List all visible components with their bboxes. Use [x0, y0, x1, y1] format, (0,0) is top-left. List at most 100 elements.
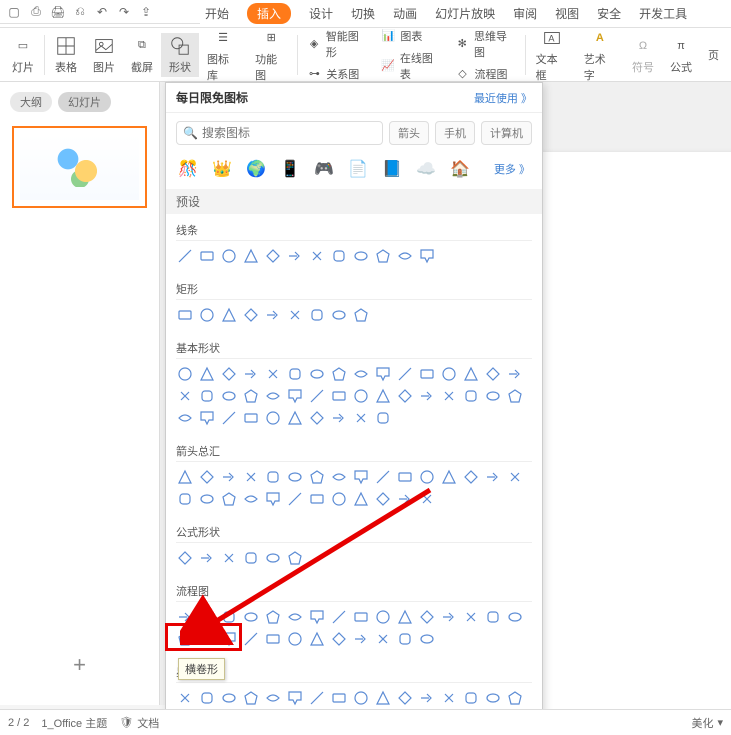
shape-item[interactable] [440, 468, 458, 486]
beautify-button[interactable]: 美化 ▾ [691, 715, 723, 731]
ribbon-image[interactable]: 图片 [85, 33, 123, 77]
shape-item[interactable] [264, 468, 282, 486]
shape-item[interactable] [396, 689, 414, 707]
shape-item[interactable] [220, 306, 238, 324]
ribbon-shapes[interactable]: 形状 [161, 33, 199, 77]
featured-icon[interactable]: 🎊 [178, 159, 198, 179]
shape-item[interactable] [176, 306, 194, 324]
shape-item[interactable] [462, 468, 480, 486]
shape-item[interactable] [264, 247, 282, 265]
shape-item[interactable] [418, 630, 436, 648]
tab-transition[interactable]: 切换 [351, 5, 375, 22]
shape-item[interactable] [418, 247, 436, 265]
shape-item[interactable] [396, 365, 414, 383]
tab-design[interactable]: 设计 [309, 5, 333, 22]
shape-item[interactable] [308, 490, 326, 508]
shape-item[interactable] [352, 490, 370, 508]
shape-item[interactable] [374, 387, 392, 405]
shape-item[interactable] [330, 306, 348, 324]
shape-item[interactable] [176, 608, 194, 626]
shape-item[interactable] [330, 409, 348, 427]
shape-item[interactable] [242, 247, 260, 265]
more-link[interactable]: 更多 》 [494, 161, 530, 177]
tab-slideshow[interactable]: 幻灯片放映 [435, 5, 495, 22]
shape-item[interactable] [396, 387, 414, 405]
shape-item[interactable] [198, 387, 216, 405]
featured-icon[interactable]: ☁️ [416, 159, 436, 179]
new-file-icon[interactable]: ▢ [6, 4, 22, 20]
shape-item[interactable] [242, 306, 260, 324]
shape-item[interactable] [264, 549, 282, 567]
featured-icon[interactable]: 📄 [348, 159, 368, 179]
shape-item[interactable] [220, 387, 238, 405]
search-input[interactable] [202, 126, 376, 140]
ribbon-screenshot[interactable]: ⧉ 截屏 [123, 33, 161, 77]
shape-item[interactable] [506, 387, 524, 405]
shape-item[interactable] [440, 689, 458, 707]
shape-item[interactable] [462, 608, 480, 626]
shape-item[interactable] [330, 630, 348, 648]
tab-devtools[interactable]: 开发工具 [639, 5, 687, 22]
ribbon-chart[interactable]: 📊图表 [374, 26, 448, 46]
shape-item[interactable] [352, 689, 370, 707]
shape-item[interactable] [286, 247, 304, 265]
shape-item[interactable] [352, 409, 370, 427]
shape-item[interactable] [286, 689, 304, 707]
doc-status[interactable]: 🛡 文档 [119, 715, 159, 731]
shape-item[interactable] [418, 490, 436, 508]
shape-item[interactable] [374, 365, 392, 383]
shape-item[interactable] [308, 306, 326, 324]
shape-item[interactable] [506, 365, 524, 383]
shape-item[interactable] [242, 549, 260, 567]
outline-tab[interactable]: 大纲 [10, 92, 52, 112]
shape-item[interactable] [264, 306, 282, 324]
slides-tab[interactable]: 幻灯片 [58, 92, 111, 112]
shape-item[interactable] [330, 247, 348, 265]
shape-item[interactable] [286, 608, 304, 626]
shape-item[interactable] [484, 689, 502, 707]
shape-item[interactable] [330, 490, 348, 508]
tag-computer[interactable]: 计算机 [481, 121, 532, 145]
shape-item[interactable] [308, 247, 326, 265]
shape-item[interactable] [418, 689, 436, 707]
shape-item[interactable] [308, 409, 326, 427]
tab-security[interactable]: 安全 [597, 5, 621, 22]
shape-item[interactable] [330, 689, 348, 707]
shape-item[interactable] [308, 689, 326, 707]
ribbon-iconlib[interactable]: ☰ 图标库 [199, 25, 247, 85]
shape-item[interactable] [220, 689, 238, 707]
shape-item[interactable] [198, 630, 216, 648]
ribbon-mindmap[interactable]: ✻思维导图 [449, 26, 523, 62]
shape-item[interactable] [330, 387, 348, 405]
tag-phone[interactable]: 手机 [435, 121, 475, 145]
shape-item[interactable] [198, 306, 216, 324]
shape-item[interactable] [198, 608, 216, 626]
print-icon[interactable]: ⎌ [72, 4, 88, 20]
shape-item[interactable] [286, 468, 304, 486]
shape-item[interactable] [418, 468, 436, 486]
shape-item[interactable] [286, 306, 304, 324]
undo-icon[interactable]: ↶ [94, 4, 110, 20]
shape-item[interactable] [374, 630, 392, 648]
shape-item[interactable] [330, 365, 348, 383]
redo-icon[interactable]: ↷ [116, 4, 132, 20]
ribbon-relation[interactable]: ⊶关系图 [300, 64, 374, 84]
shape-item[interactable] [396, 468, 414, 486]
shape-item[interactable] [462, 365, 480, 383]
shape-item[interactable] [242, 630, 260, 648]
shape-item[interactable] [308, 387, 326, 405]
shape-item[interactable] [374, 490, 392, 508]
shape-item[interactable] [176, 549, 194, 567]
shape-item[interactable] [176, 365, 194, 383]
shape-item[interactable] [352, 608, 370, 626]
shape-item[interactable] [352, 387, 370, 405]
shape-item[interactable] [286, 387, 304, 405]
shape-item[interactable] [396, 490, 414, 508]
shape-item[interactable] [418, 608, 436, 626]
open-icon[interactable]: ⎙ [28, 4, 44, 20]
shape-item[interactable] [198, 468, 216, 486]
shape-item[interactable] [264, 387, 282, 405]
shape-item[interactable] [220, 549, 238, 567]
shape-item[interactable] [176, 490, 194, 508]
ribbon-equation[interactable]: π 公式 [662, 33, 700, 77]
